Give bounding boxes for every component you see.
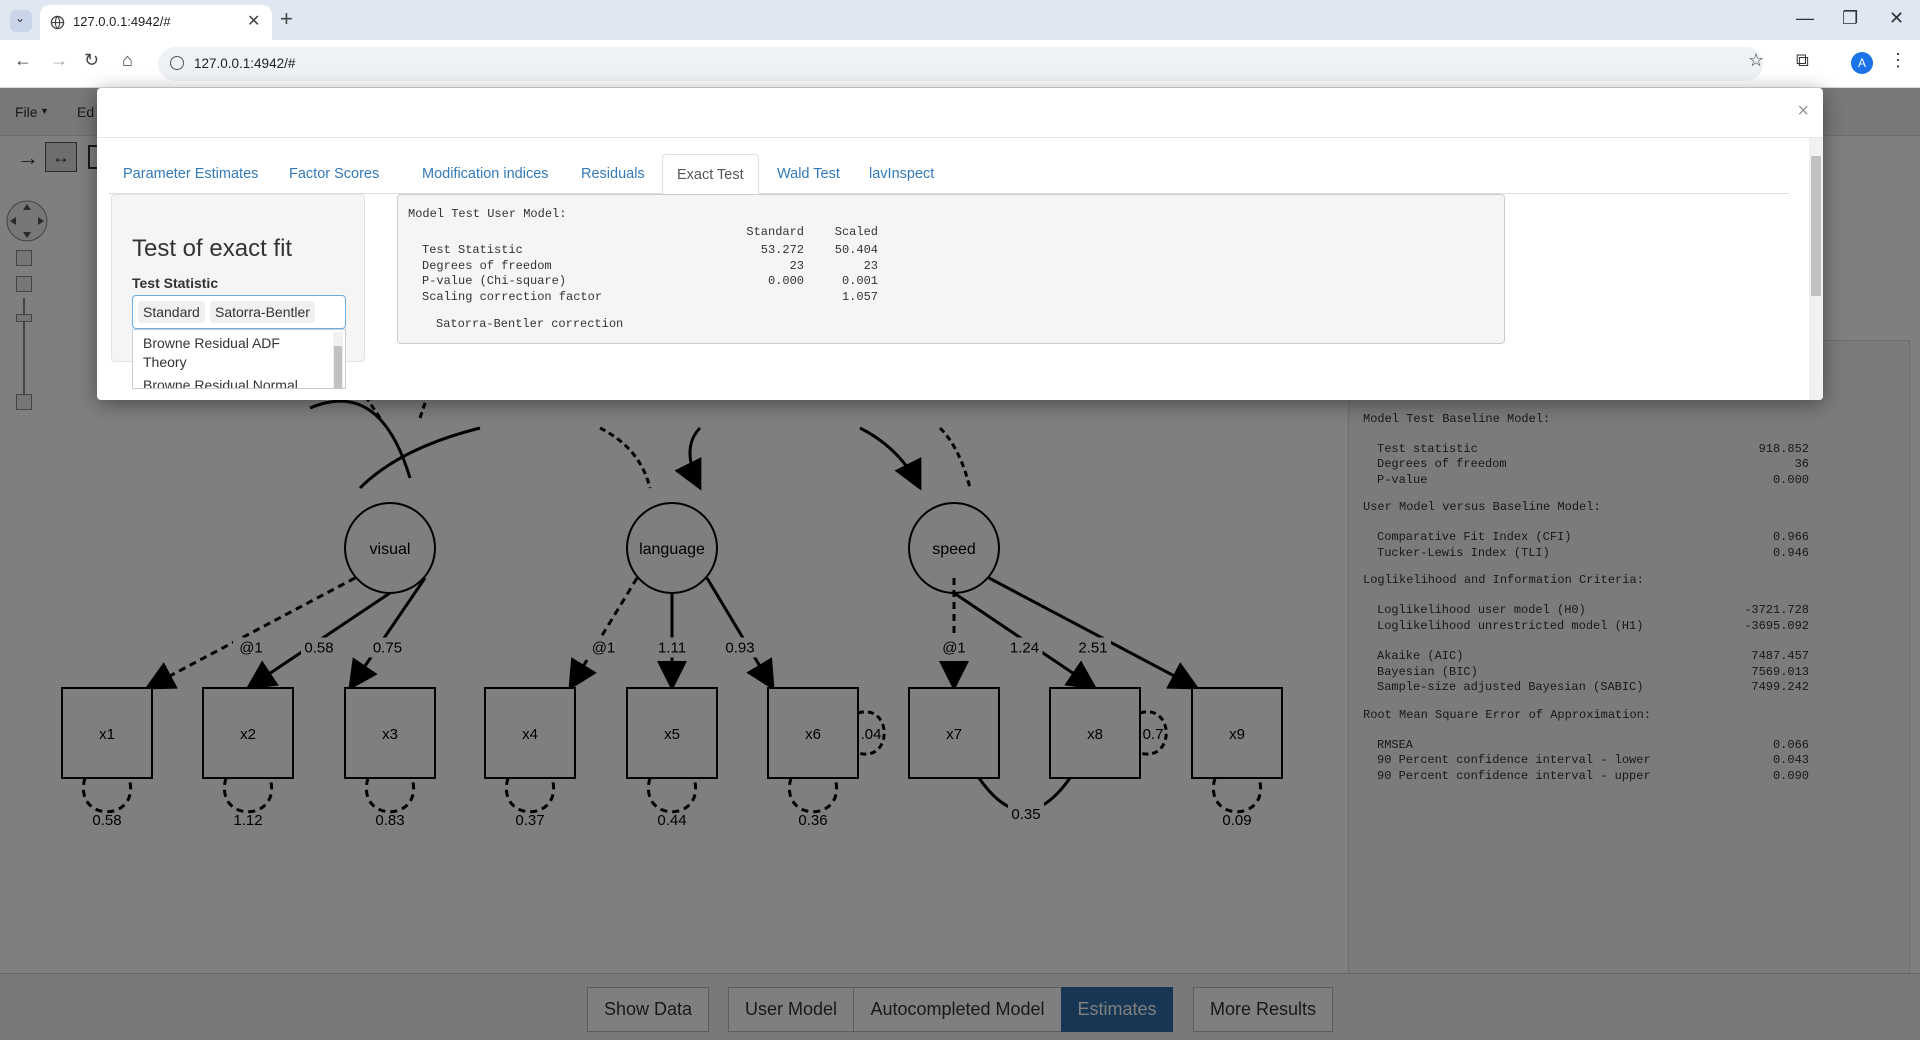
tab-wald-test[interactable]: Wald Test: [763, 154, 854, 194]
reload-icon[interactable]: ↻: [84, 50, 99, 71]
col-scaled: Scaled: [834, 225, 878, 239]
panel-title: Test of exact fit: [132, 235, 293, 262]
bookmark-star-icon[interactable]: ☆: [1748, 50, 1764, 71]
output-row-scaled: 50.404: [834, 243, 878, 257]
menu-kebab-icon[interactable]: ⋮: [1889, 50, 1907, 71]
close-tab-icon[interactable]: ✕: [247, 11, 260, 31]
chip-satorra-bentler[interactable]: Satorra-Bentler: [210, 301, 315, 323]
output-row-scaled: 23: [863, 258, 878, 273]
tab-residuals[interactable]: Residuals: [567, 154, 659, 194]
close-icon[interactable]: ×: [1797, 100, 1809, 123]
profile-avatar[interactable]: A: [1851, 52, 1873, 74]
modal-scroll-thumb[interactable]: [1811, 156, 1821, 296]
extensions-icon[interactable]: ⧉: [1796, 50, 1809, 71]
globe-icon: [50, 15, 65, 30]
tab-factor-scores[interactable]: Factor Scores: [275, 154, 393, 194]
output-row-label: Test Statistic: [422, 243, 523, 257]
tab-modification-indices[interactable]: Modification indices: [408, 154, 563, 194]
correction-note: Satorra-Bentler correction: [436, 317, 624, 331]
dropdown-scroll-thumb[interactable]: [334, 346, 342, 388]
info-icon[interactable]: [170, 56, 184, 70]
output-row-standard: 23: [789, 258, 804, 273]
restore-icon[interactable]: ❐: [1842, 8, 1858, 29]
home-icon[interactable]: ⌂: [122, 50, 133, 71]
option-browne-adf[interactable]: Browne Residual ADF Theory: [143, 334, 323, 372]
output-row-label: Degrees of freedom: [422, 258, 552, 273]
results-modal: × Parameter Estimates Factor Scores Modi…: [97, 88, 1823, 400]
output-row-label: P-value (Chi-square): [422, 274, 567, 288]
browser-tab[interactable]: 127.0.0.1:4942/# ✕: [40, 5, 272, 40]
window-close-icon[interactable]: ✕: [1889, 8, 1904, 29]
modal-header: ×: [97, 88, 1823, 138]
chip-standard[interactable]: Standard: [138, 301, 205, 323]
test-statistic-label: Test Statistic: [132, 275, 219, 291]
tab-parameter-estimates[interactable]: Parameter Estimates: [109, 154, 272, 194]
col-standard: Standard: [746, 225, 804, 239]
results-tabs: Parameter Estimates Factor Scores Modifi…: [109, 154, 1789, 194]
dropdown-scrollbar[interactable]: [333, 332, 343, 388]
browser-tabbar: ⌄ 127.0.0.1:4942/# ✕ + — ❐ ✕: [0, 0, 1920, 40]
browser-toolbar: ← → ↻ ⌂ 127.0.0.1:4942/# ☆ ⧉ A ⋮: [0, 40, 1920, 88]
option-browne-normal[interactable]: Browne Residual Normal: [143, 376, 323, 388]
output-row-scaled: 1.057: [841, 289, 878, 304]
chevron-down-icon: ⌄: [15, 11, 26, 25]
tab-exact-test[interactable]: Exact Test: [662, 154, 759, 194]
url-text: 127.0.0.1:4942/#: [194, 56, 296, 71]
output-row-standard: 53.272: [760, 243, 804, 257]
forward-icon[interactable]: →: [50, 50, 68, 71]
output-row-standard: 0.000: [767, 274, 804, 288]
modal-scrollbar[interactable]: [1809, 138, 1823, 400]
select-dropdown: Browne Residual ADF Theory Browne Residu…: [132, 329, 346, 389]
tab-lavinspect[interactable]: lavInspect: [855, 154, 948, 194]
address-bar[interactable]: 127.0.0.1:4942/#: [158, 47, 1763, 81]
test-statistic-select[interactable]: Standard Satorra-Bentler: [132, 295, 346, 329]
exact-test-output: Model Test User Model: Standard Scaled T…: [397, 194, 1505, 344]
output-row-label: Scaling correction factor: [422, 289, 603, 304]
tab-title: 127.0.0.1:4942/#: [73, 14, 171, 29]
new-tab-icon[interactable]: +: [280, 6, 293, 32]
output-title: Model Test User Model:: [408, 207, 567, 221]
exact-test-controls: Test of exact fit Test Statistic Standar…: [111, 194, 365, 389]
output-row-scaled: 0.001: [841, 274, 878, 288]
minimize-icon[interactable]: —: [1796, 8, 1814, 29]
tab-search-button[interactable]: ⌄: [10, 10, 32, 32]
back-icon[interactable]: ←: [14, 50, 32, 71]
